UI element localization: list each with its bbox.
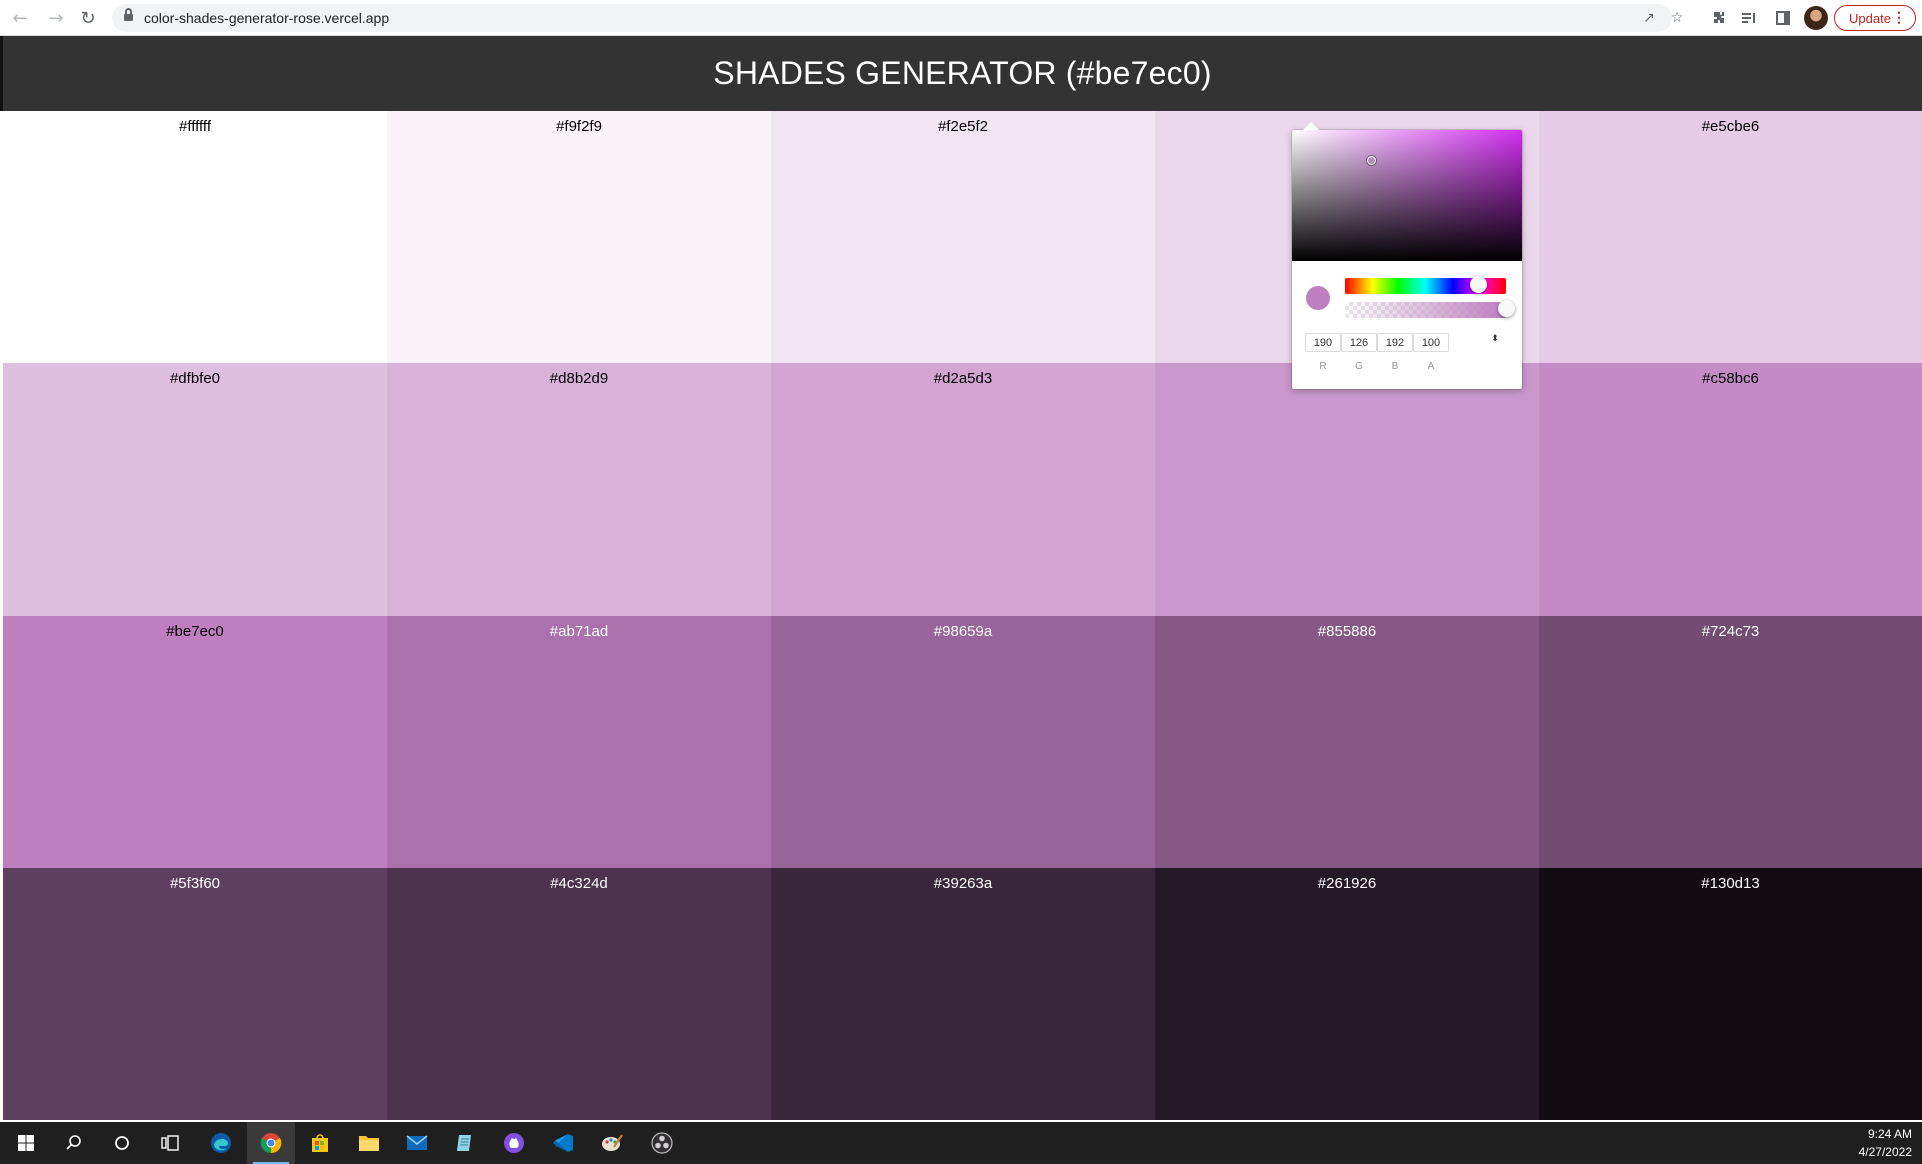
vscode-icon[interactable] bbox=[539, 1122, 587, 1164]
shade-tile[interactable]: #ab71ad bbox=[387, 616, 771, 868]
shade-hex-label: #39263a bbox=[933, 875, 993, 892]
popover-arrow bbox=[1303, 122, 1319, 130]
update-label: Update bbox=[1849, 10, 1891, 26]
shade-tile[interactable]: #e5cbe6 bbox=[1539, 111, 1922, 363]
current-color-swatch bbox=[1306, 286, 1330, 310]
reading-list-icon[interactable] bbox=[1738, 7, 1760, 29]
alpha-slider-handle[interactable] bbox=[1497, 300, 1515, 317]
side-panel-icon[interactable] bbox=[1772, 7, 1794, 29]
shade-tile[interactable]: #855886 bbox=[1155, 616, 1539, 868]
alpha-input[interactable]: 100 bbox=[1413, 333, 1449, 352]
shade-hex-label: #d8b2d9 bbox=[549, 370, 609, 387]
paint-icon[interactable] bbox=[588, 1122, 636, 1164]
shade-tile[interactable]: #724c73 bbox=[1539, 616, 1922, 868]
profile-avatar[interactable] bbox=[1804, 6, 1828, 30]
shade-hex-label: #5f3f60 bbox=[169, 875, 221, 892]
back-icon[interactable]: ← bbox=[8, 6, 32, 30]
shade-tile[interactable]: #c58bc6 bbox=[1539, 363, 1922, 616]
bookmark-star-icon[interactable]: ☆ bbox=[1668, 9, 1686, 27]
extensions-icon[interactable] bbox=[1708, 7, 1730, 29]
shade-tile[interactable]: #cb98cd bbox=[1155, 363, 1539, 616]
hue-slider-handle[interactable] bbox=[1470, 276, 1488, 293]
search-icon[interactable] bbox=[50, 1122, 98, 1164]
shade-hex-label: #261926 bbox=[1317, 875, 1377, 892]
shade-hex-label: #be7ec0 bbox=[166, 623, 224, 640]
shade-tile[interactable]: #d8b2d9 bbox=[387, 363, 771, 616]
shade-tile[interactable]: #98659a bbox=[771, 616, 1155, 868]
clock-time: 9:24 AM bbox=[1867, 1127, 1912, 1141]
start-icon[interactable] bbox=[2, 1122, 50, 1164]
alpha-slider[interactable] bbox=[1345, 302, 1506, 318]
shade-hex-label: #f9f2f9 bbox=[556, 118, 602, 135]
file-explorer-icon[interactable] bbox=[345, 1122, 393, 1164]
clock-date: 4/27/2022 bbox=[1858, 1145, 1912, 1159]
saturation-pointer[interactable] bbox=[1367, 156, 1376, 165]
shade-tile[interactable]: #f2e5f2 bbox=[771, 111, 1155, 363]
shade-hex-label: #724c73 bbox=[1701, 623, 1760, 640]
shade-hex-label: #c58bc6 bbox=[1702, 370, 1759, 387]
blue-input[interactable]: 192 bbox=[1377, 333, 1413, 352]
blue-label: B bbox=[1391, 361, 1399, 372]
shade-hex-label: #f2e5f2 bbox=[937, 118, 989, 135]
reload-icon[interactable]: ↻ bbox=[76, 6, 100, 30]
shade-hex-label: #855886 bbox=[1317, 623, 1377, 640]
saturation-area[interactable] bbox=[1292, 130, 1522, 261]
windows-taskbar: 9:24 AM 4/27/2022 bbox=[0, 1122, 1922, 1164]
chrome-icon[interactable] bbox=[247, 1122, 295, 1164]
red-input[interactable]: 190 bbox=[1305, 333, 1341, 352]
system-clock[interactable]: 9:24 AM 4/27/2022 bbox=[1859, 1125, 1912, 1161]
shade-tile[interactable]: #f9f2f9 bbox=[387, 111, 771, 363]
menu-dots-icon[interactable]: ⋮ bbox=[1892, 9, 1906, 26]
shade-tile[interactable]: #39263a bbox=[771, 868, 1155, 1120]
page-title: SHADES GENERATOR (#be7ec0) bbox=[713, 55, 1212, 91]
edge-icon[interactable] bbox=[197, 1122, 245, 1164]
shade-hex-label: #dfbfe0 bbox=[169, 370, 221, 387]
shade-tile[interactable]: #5f3f60 bbox=[3, 868, 387, 1120]
obs-icon[interactable] bbox=[638, 1122, 686, 1164]
github-desktop-icon[interactable] bbox=[490, 1122, 538, 1164]
url-text[interactable]: color-shades-generator-rose.vercel.app bbox=[144, 10, 389, 26]
forward-icon[interactable]: → bbox=[44, 6, 68, 30]
red-label: R bbox=[1319, 361, 1327, 372]
shade-hex-label: #ab71ad bbox=[549, 623, 609, 640]
shade-tile[interactable]: #dfbfe0 bbox=[3, 363, 387, 616]
update-button[interactable]: Update ⋮ bbox=[1834, 5, 1916, 31]
cortana-icon[interactable] bbox=[98, 1122, 146, 1164]
shade-tile[interactable]: #261926 bbox=[1155, 868, 1539, 1120]
shade-tile[interactable]: #ffffff bbox=[3, 111, 387, 363]
shade-tile[interactable]: #130d13 bbox=[1539, 868, 1922, 1120]
green-label: G bbox=[1355, 361, 1363, 372]
shade-hex-label: #ffffff bbox=[179, 118, 211, 135]
shade-tile[interactable]: #4c324d bbox=[387, 868, 771, 1120]
shade-hex-label: #e5cbe6 bbox=[1701, 118, 1760, 135]
green-input[interactable]: 126 bbox=[1341, 333, 1377, 352]
mail-icon[interactable] bbox=[393, 1122, 441, 1164]
browser-toolbar: ← → ↻ color-shades-generator-rose.vercel… bbox=[0, 0, 1922, 36]
task-view-icon[interactable] bbox=[146, 1122, 194, 1164]
share-icon[interactable]: ↗ bbox=[1640, 9, 1658, 27]
shade-tile[interactable]: #d2a5d3 bbox=[771, 363, 1155, 616]
address-bar[interactable]: color-shades-generator-rose.vercel.app ↗… bbox=[112, 4, 1683, 32]
shade-hex-label: #130d13 bbox=[1701, 875, 1760, 892]
shades-grid: #ffffff #f9f2f9 #f2e5f2 #e5cbe6 #dfbfe0 #d8b2… bbox=[3, 111, 1922, 1120]
shades-generator-app: SHADES GENERATOR (#be7ec0) #ffffff #f9f2f… bbox=[0, 36, 1922, 1122]
color-picker-popover: 190 126 192 100 ⬍ R G B A bbox=[1292, 122, 1522, 389]
shade-hex-label: #d2a5d3 bbox=[933, 370, 993, 387]
shade-tile[interactable]: #be7ec0 bbox=[3, 616, 387, 868]
app-header: SHADES GENERATOR (#be7ec0) bbox=[0, 36, 1922, 111]
shade-hex-label: #4c324d bbox=[550, 875, 608, 892]
store-icon[interactable] bbox=[296, 1122, 344, 1164]
shade-hex-label: #98659a bbox=[933, 623, 993, 640]
alpha-label: A bbox=[1427, 361, 1435, 372]
notepad-icon[interactable] bbox=[441, 1122, 489, 1164]
lock-icon[interactable] bbox=[124, 8, 133, 23]
format-toggle-icon[interactable]: ⬍ bbox=[1488, 335, 1502, 352]
